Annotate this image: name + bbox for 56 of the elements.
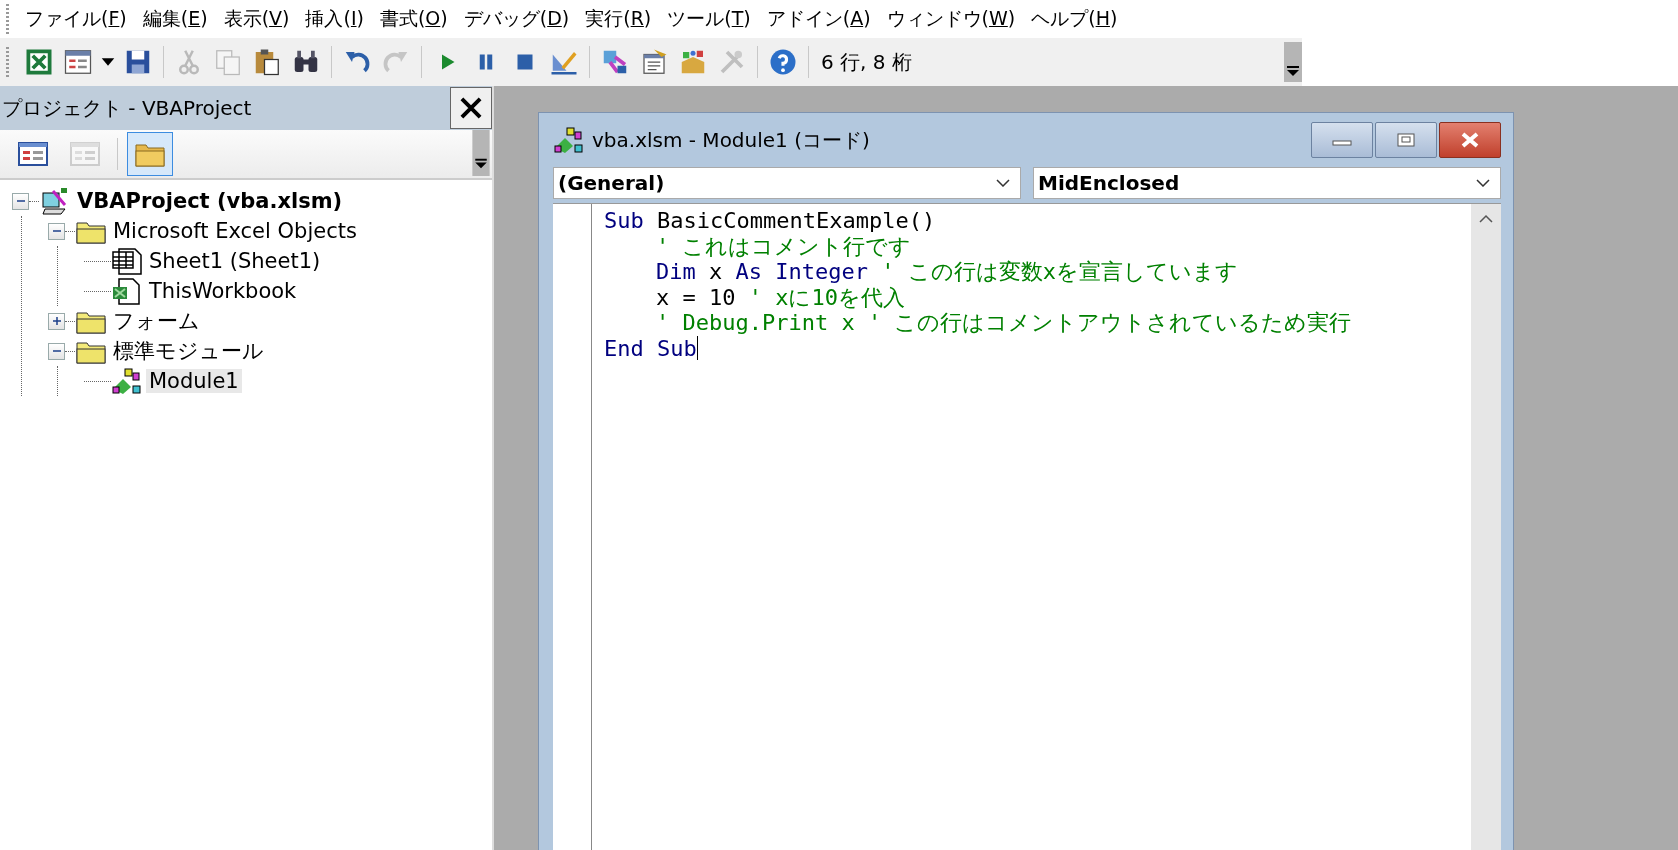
module-icon — [111, 367, 143, 395]
menu-item[interactable]: 実行(R) — [577, 6, 660, 32]
cursor-position: 6 行, 8 桁 — [821, 48, 912, 76]
window-title: vba.xlsm - Module1 (コード) — [592, 126, 870, 154]
menu-item[interactable]: 表示(V) — [215, 6, 298, 32]
panel-title: プロジェクト - VBAProject — [1, 94, 252, 122]
plus-icon — [50, 315, 63, 327]
form-icon — [18, 141, 48, 167]
chevron-up-icon[interactable] — [1479, 214, 1493, 224]
menu-item[interactable]: ヘルプ(H) — [1023, 6, 1126, 32]
workbook-icon — [111, 277, 143, 305]
tree-item[interactable]: ThisWorkbook — [146, 279, 300, 303]
menu-item[interactable]: ウィンドウ(W) — [878, 6, 1024, 32]
tree-item[interactable]: Sheet1 (Sheet1) — [146, 249, 324, 273]
expand-button[interactable] — [48, 312, 65, 330]
code-line: ' これはコメント行です — [655, 233, 913, 259]
toolbar-options-button[interactable] — [472, 130, 490, 176]
object-dropdown[interactable]: (General) — [553, 167, 1021, 199]
code-line: Sub BasicCommentExample() — [604, 208, 937, 234]
code-line: ' Debug.Print x ' この行はコメントアウトされているため実行 — [655, 310, 1353, 336]
tree-item[interactable]: Microsoft Excel Objects — [110, 219, 360, 243]
close-button[interactable] — [450, 87, 492, 129]
code-line: Dim x As Integer ' この行は変数xを宣言しています — [655, 259, 1239, 285]
code-line: x = 10 ' xに10を代入 — [655, 284, 906, 310]
tree-item[interactable]: フォーム — [110, 307, 203, 335]
code-line: End Sub — [604, 335, 700, 361]
module-icon — [553, 126, 585, 154]
form-icon — [70, 141, 100, 167]
menu-item[interactable]: ファイル(F) — [17, 6, 135, 32]
collapse-button[interactable] — [48, 222, 65, 240]
maximize-icon — [1396, 133, 1416, 147]
menu-item[interactable]: ツール(T) — [659, 6, 759, 32]
tree-item[interactable]: 標準モジュール — [110, 337, 267, 365]
chevron-down-icon — [1476, 179, 1490, 187]
collapse-button[interactable] — [12, 192, 29, 210]
tree-item[interactable]: Module1 — [146, 369, 242, 393]
toolbar-options-button[interactable] — [1284, 42, 1302, 82]
menu-item[interactable]: 編集(E) — [134, 6, 216, 32]
toggle-folders-button[interactable] — [127, 132, 173, 176]
maximize-button[interactable] — [1375, 122, 1437, 158]
caret-icon[interactable] — [100, 57, 116, 67]
close-icon — [458, 95, 484, 121]
folder-icon — [135, 141, 165, 167]
minimize-button[interactable] — [1311, 122, 1373, 158]
menu-item[interactable]: 書式(O) — [371, 6, 456, 32]
worksheet-icon — [111, 247, 143, 275]
chevron-down-icon — [996, 179, 1010, 187]
close-icon — [1459, 132, 1481, 148]
menu-item[interactable]: アドイン(A) — [758, 6, 879, 32]
tree-item[interactable]: VBAProject (vba.xlsm) — [74, 189, 346, 213]
collapse-button[interactable] — [48, 342, 65, 360]
vertical-scrollbar[interactable] — [1471, 204, 1501, 850]
close-button[interactable] — [1439, 122, 1501, 158]
menu-item[interactable]: デバッグ(D) — [455, 6, 578, 32]
procedure-dropdown[interactable]: MidEnclosed — [1033, 167, 1501, 199]
menu-item[interactable]: 挿入(I) — [297, 6, 372, 32]
